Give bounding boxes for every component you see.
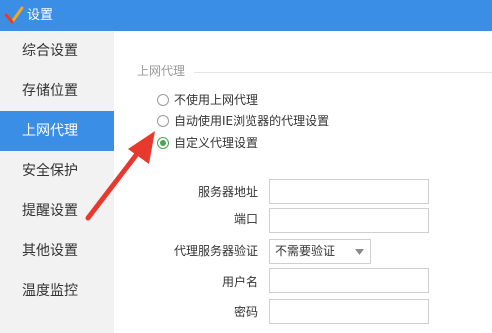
- port-label: 端口: [233, 212, 258, 226]
- server-address-label: 服务器地址: [197, 185, 258, 199]
- window-title: 设置: [27, 8, 54, 23]
- username-label: 用户名: [221, 275, 258, 289]
- sidebar-item-proxy[interactable]: 上网代理: [0, 111, 114, 151]
- proxy-auth-selected: 不需要验证: [275, 244, 336, 258]
- sidebar-item-reminders[interactable]: 提醒设置: [0, 191, 114, 231]
- username-input[interactable]: [269, 268, 429, 293]
- server-address-input[interactable]: [269, 179, 429, 204]
- radio-no-proxy[interactable]: 不使用上网代理: [157, 92, 258, 108]
- title-bar: 设置: [0, 0, 492, 31]
- port-input[interactable]: [269, 208, 429, 233]
- settings-sidebar: 综合设置 存储位置 上网代理 安全保护 提醒设置 其他设置 温度监控: [0, 31, 114, 333]
- password-input[interactable]: [269, 299, 429, 324]
- proxy-auth-select[interactable]: 不需要验证: [269, 239, 371, 264]
- password-label: 密码: [233, 305, 258, 319]
- sidebar-item-storage[interactable]: 存储位置: [0, 71, 114, 111]
- sidebar-item-general[interactable]: 综合设置: [0, 31, 114, 71]
- section-divider: [194, 72, 492, 73]
- check-logo-icon: [4, 6, 24, 24]
- radio-button[interactable]: [157, 94, 169, 106]
- radio-button[interactable]: [157, 115, 169, 127]
- radio-label: 不使用上网代理: [174, 93, 259, 107]
- radio-label: 自动使用IE浏览器的代理设置: [174, 114, 330, 128]
- radio-ie-proxy[interactable]: 自动使用IE浏览器的代理设置: [157, 113, 329, 129]
- radio-custom-proxy[interactable]: 自定义代理设置: [157, 135, 258, 151]
- radio-label: 自定义代理设置: [174, 136, 259, 150]
- chevron-down-icon: [355, 249, 364, 255]
- sidebar-item-security[interactable]: 安全保护: [0, 151, 114, 191]
- sidebar-item-temperature[interactable]: 温度监控: [0, 271, 114, 311]
- radio-button-checked[interactable]: [157, 137, 169, 149]
- proxy-auth-label: 代理服务器验证: [173, 244, 258, 258]
- sidebar-item-other[interactable]: 其他设置: [0, 231, 114, 271]
- proxy-settings-panel: 上网代理 不使用上网代理 自动使用IE浏览器的代理设置 自定义代理设置 服务器地…: [114, 31, 492, 333]
- section-title: 上网代理: [137, 64, 186, 78]
